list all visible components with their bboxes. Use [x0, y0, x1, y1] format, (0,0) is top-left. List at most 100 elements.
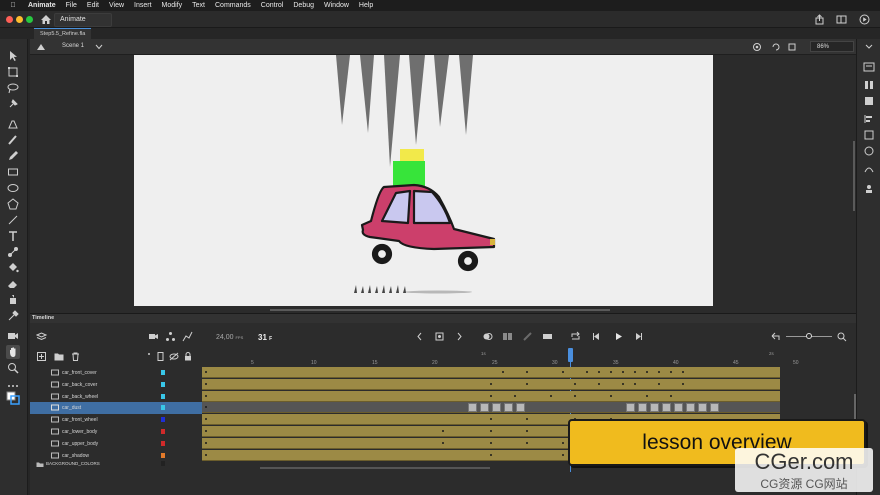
layer-color-swatch[interactable]	[161, 393, 165, 399]
keyframe[interactable]	[514, 394, 516, 397]
graph-icon[interactable]	[182, 331, 193, 342]
oval-tool-icon[interactable]	[6, 181, 20, 195]
step-forward-icon[interactable]	[633, 331, 644, 342]
keyframe[interactable]	[562, 453, 564, 456]
new-layer-icon[interactable]	[37, 352, 46, 361]
polystar-tool-icon[interactable]	[6, 197, 20, 211]
text-tool-icon[interactable]	[6, 229, 20, 243]
edit-multiple-frames-icon[interactable]	[502, 331, 513, 342]
layer-color-swatch[interactable]	[161, 461, 165, 467]
close-window-button[interactable]	[6, 16, 13, 23]
dust-frame-block[interactable]	[626, 403, 635, 413]
dust-frame-block[interactable]	[516, 403, 525, 413]
minimize-window-button[interactable]	[16, 16, 23, 23]
app-tab[interactable]: Animate	[54, 13, 112, 27]
keyframe[interactable]	[646, 371, 648, 373]
menu-debug[interactable]: Debug	[293, 2, 314, 9]
layer-color-swatch[interactable]	[161, 417, 165, 423]
keyframe[interactable]	[610, 371, 612, 373]
edit-symbols-icon[interactable]	[752, 42, 762, 52]
eyedropper-tool-icon[interactable]	[6, 309, 20, 323]
layer-stack-icon[interactable]	[36, 331, 47, 342]
panel-collapse-icon[interactable]	[863, 41, 875, 53]
eraser-tool-icon[interactable]	[6, 277, 20, 291]
stage[interactable]	[134, 55, 713, 306]
dust-frame-block[interactable]	[480, 403, 489, 413]
frame-ruler[interactable]: 1s 2s 5 10 15 20 25 30 35 40 45 50	[202, 350, 802, 366]
dust-frame-block[interactable]	[710, 403, 719, 413]
dust-frame-block[interactable]	[674, 403, 683, 413]
dust-frame-block[interactable]	[650, 403, 659, 413]
transform-icon[interactable]	[863, 129, 875, 141]
step-back-icon[interactable]	[591, 331, 602, 342]
keyframe[interactable]	[682, 371, 684, 373]
pencil-tool-icon[interactable]	[6, 149, 20, 163]
layer-row[interactable]: car_front_cover	[30, 367, 202, 379]
keyframe[interactable]	[526, 418, 528, 421]
layer-color-swatch[interactable]	[161, 440, 165, 446]
brush-timeline-icon[interactable]	[522, 331, 533, 342]
keyframe[interactable]	[682, 382, 684, 385]
home-icon[interactable]	[40, 14, 52, 25]
library-icon[interactable]	[863, 79, 875, 91]
camera-tool-icon[interactable]	[6, 329, 20, 343]
visibility-toggle-icon[interactable]	[169, 352, 179, 361]
playhead[interactable]	[568, 348, 573, 362]
keyframe[interactable]	[490, 453, 492, 456]
properties-icon[interactable]	[863, 61, 875, 73]
undo-icon[interactable]	[770, 331, 781, 342]
keyframe[interactable]	[502, 371, 504, 373]
frame-row[interactable]	[202, 378, 780, 390]
layer-parenting-icon[interactable]	[165, 331, 176, 342]
play-icon[interactable]	[613, 331, 624, 342]
chevron-down-icon[interactable]	[95, 44, 103, 50]
layer-row[interactable]: BACKGROUND_COLORS	[30, 461, 202, 468]
keyframe[interactable]	[526, 441, 528, 444]
ink-bottle-tool-icon[interactable]	[6, 293, 20, 307]
layer-row[interactable]: car_back_wheel	[30, 391, 202, 403]
keyframe[interactable]	[526, 430, 528, 432]
keyframe[interactable]	[205, 441, 207, 444]
color-icon[interactable]	[863, 95, 875, 107]
zoom-in-icon[interactable]	[836, 331, 847, 342]
assets-icon[interactable]	[863, 183, 875, 195]
insert-keyframe-icon[interactable]	[434, 331, 445, 342]
highlight-dot-icon[interactable]	[148, 353, 150, 355]
next-keyframe-icon[interactable]	[454, 331, 465, 342]
fps-value[interactable]: 24,00	[216, 334, 234, 341]
keyframe[interactable]	[490, 418, 492, 421]
dust-frame-block[interactable]	[468, 403, 477, 413]
keyframe[interactable]	[205, 453, 207, 456]
dust-frame-block[interactable]	[638, 403, 647, 413]
camera-icon[interactable]	[148, 331, 159, 342]
clip-content-icon[interactable]	[787, 42, 797, 52]
keyframe[interactable]	[574, 382, 576, 385]
menu-insert[interactable]: Insert	[134, 2, 152, 9]
keyframe[interactable]	[526, 382, 528, 385]
keyframe[interactable]	[622, 382, 624, 385]
dust-frame-block[interactable]	[492, 403, 501, 413]
bone-tool-icon[interactable]	[6, 245, 20, 259]
current-frame[interactable]: 31	[258, 333, 267, 342]
keyframe[interactable]	[598, 371, 600, 373]
menu-modify[interactable]: Modify	[162, 2, 183, 9]
menu-control[interactable]: Control	[261, 2, 284, 9]
zoom-window-button[interactable]	[26, 16, 33, 23]
menu-window[interactable]: Window	[324, 2, 349, 9]
prev-keyframe-icon[interactable]	[414, 331, 425, 342]
keyframe[interactable]	[598, 382, 600, 385]
menu-commands[interactable]: Commands	[215, 2, 251, 9]
layer-row-selected[interactable]: car_dust	[30, 402, 202, 415]
keyframe[interactable]	[526, 371, 528, 373]
zoom-tool-icon[interactable]	[6, 361, 20, 375]
paint-bucket-tool-icon[interactable]	[6, 261, 20, 275]
layer-color-swatch[interactable]	[161, 452, 165, 458]
layer-color-swatch[interactable]	[161, 429, 165, 434]
layer-row[interactable]: car_front_wheel	[30, 414, 202, 426]
center-frame-icon[interactable]	[542, 331, 553, 342]
menu-app-name[interactable]: Animate	[28, 2, 56, 9]
document-tab[interactable]: Step5.5_Refine.fla	[34, 28, 92, 39]
keyframe[interactable]	[610, 394, 612, 397]
scene-icon[interactable]	[36, 42, 46, 52]
keyframe[interactable]	[490, 394, 492, 397]
